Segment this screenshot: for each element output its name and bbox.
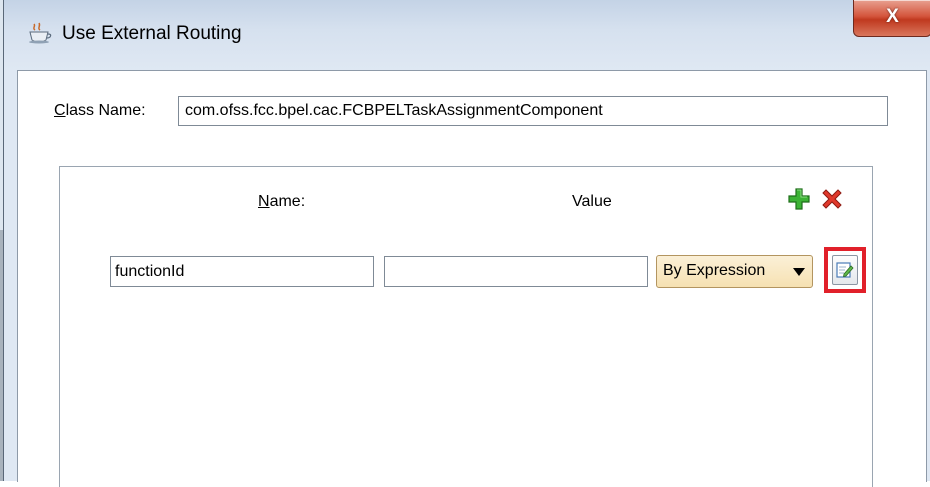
class-name-mnemonic: C: [54, 102, 66, 119]
value-mode-selected: By Expression: [663, 262, 766, 279]
edit-expression-button[interactable]: [832, 255, 858, 285]
dialog-content: Class Name: Name: Value By Expression: [17, 70, 927, 487]
class-name-label: Class Name:: [54, 102, 146, 120]
dialog-window: Use External Routing X Class Name: Name:…: [3, 0, 930, 487]
parameters-panel: Name: Value By Expression: [59, 166, 873, 487]
java-cup-icon: [29, 22, 52, 44]
title-bar[interactable]: Use External Routing X: [4, 0, 930, 66]
class-name-label-text: lass Name:: [65, 102, 146, 119]
add-icon[interactable]: [787, 187, 811, 211]
name-header-text: ame:: [269, 193, 306, 210]
name-header-mnemonic: N: [258, 193, 270, 210]
name-column-header: Name:: [258, 193, 305, 211]
value-column-header: Value: [572, 193, 612, 210]
value-mode-dropdown[interactable]: By Expression: [656, 255, 813, 288]
close-icon: X: [886, 6, 899, 27]
remove-icon[interactable]: [820, 187, 844, 211]
param-name-input[interactable]: [110, 256, 374, 287]
param-value-input[interactable]: [384, 256, 648, 287]
chevron-down-icon: [793, 268, 805, 276]
edit-expression-icon: [836, 262, 854, 278]
close-button[interactable]: X: [853, 0, 930, 37]
window-title: Use External Routing: [62, 23, 242, 44]
class-name-input[interactable]: [178, 96, 888, 126]
